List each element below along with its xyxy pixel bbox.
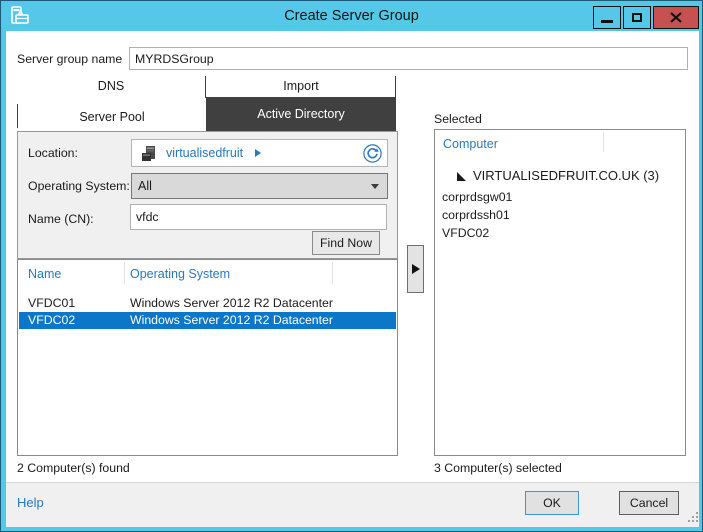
location-field[interactable]: virtualisedfruit	[131, 139, 388, 167]
tab-active-directory[interactable]: Active Directory	[206, 97, 396, 131]
tab-divider	[17, 104, 18, 128]
location-label: Location:	[28, 146, 78, 160]
row-name-cell: VFDC02	[28, 313, 75, 327]
column-divider	[332, 262, 333, 284]
cancel-button[interactable]: Cancel	[619, 491, 679, 515]
table-row-selected[interactable]: VFDC02 Windows Server 2012 R2 Datacenter	[19, 312, 396, 329]
row-os-cell: Windows Server 2012 R2 Datacenter	[130, 313, 333, 327]
maximize-button[interactable]	[623, 6, 651, 29]
computers-found-status: 2 Computer(s) found	[17, 461, 130, 475]
maximize-icon	[632, 13, 642, 22]
computers-selected-status: 3 Computer(s) selected	[434, 461, 562, 475]
server-group-name-label: Server group name	[17, 52, 122, 66]
search-results-list: Name Operating System VFDC01 Windows Ser…	[17, 259, 398, 456]
resize-grip[interactable]	[688, 512, 690, 514]
right-arrow-icon	[412, 264, 420, 274]
operating-system-select[interactable]: All	[131, 173, 388, 199]
selected-computers-panel: Computer VIRTUALISEDFRUIT.CO.UK (3) corp…	[434, 129, 686, 456]
add-selected-button[interactable]	[407, 245, 424, 293]
operating-system-label: Operating System:	[28, 179, 130, 193]
tab-divider	[395, 76, 396, 98]
list-item[interactable]: corprdssh01	[442, 208, 510, 222]
domain-group-row[interactable]: VIRTUALISEDFRUIT.CO.UK (3)	[435, 166, 685, 186]
domain-group-label: VIRTUALISEDFRUIT.CO.UK (3)	[473, 168, 659, 183]
column-header-os[interactable]: Operating System	[130, 267, 230, 281]
operating-system-value: All	[138, 179, 152, 193]
minimize-icon	[601, 20, 613, 23]
tab-server-pool[interactable]: Server Pool	[18, 110, 206, 124]
column-divider	[603, 132, 604, 152]
tree-expanded-icon[interactable]	[457, 172, 467, 182]
refresh-icon[interactable]	[363, 144, 382, 163]
name-cn-label: Name (CN):	[28, 212, 94, 226]
column-header-computer[interactable]: Computer	[443, 137, 498, 151]
location-breadcrumb-link[interactable]: virtualisedfruit	[166, 146, 243, 160]
dialog-footer	[6, 482, 699, 527]
server-group-name-input[interactable]	[129, 47, 688, 70]
row-name-cell: VFDC01	[28, 296, 75, 310]
help-link[interactable]: Help	[17, 495, 44, 510]
list-item[interactable]: corprdsgw01	[442, 190, 512, 204]
tab-dns[interactable]: DNS	[17, 79, 205, 93]
list-item[interactable]: VFDC02	[442, 226, 489, 240]
find-now-button[interactable]: Find Now	[312, 231, 380, 255]
selected-label: Selected	[434, 112, 482, 126]
breadcrumb-arrow-icon[interactable]	[255, 149, 261, 157]
name-cn-input[interactable]	[130, 204, 387, 230]
column-divider	[124, 262, 125, 284]
ok-button[interactable]: OK	[525, 491, 579, 515]
titlebar[interactable]: Create Server Group	[1, 1, 702, 31]
row-os-cell: Windows Server 2012 R2 Datacenter	[130, 296, 333, 310]
close-icon	[670, 12, 682, 23]
chevron-down-icon	[371, 184, 379, 189]
tab-import[interactable]: Import	[207, 79, 395, 93]
column-header-name[interactable]: Name	[28, 267, 61, 281]
table-row[interactable]: VFDC01 Windows Server 2012 R2 Datacenter	[19, 295, 396, 312]
domain-server-icon	[140, 145, 157, 162]
close-button[interactable]	[653, 6, 699, 29]
tab-divider	[205, 76, 206, 98]
create-server-group-dialog: Create Server Group Server group name DN…	[0, 0, 703, 532]
minimize-button[interactable]	[593, 6, 621, 29]
